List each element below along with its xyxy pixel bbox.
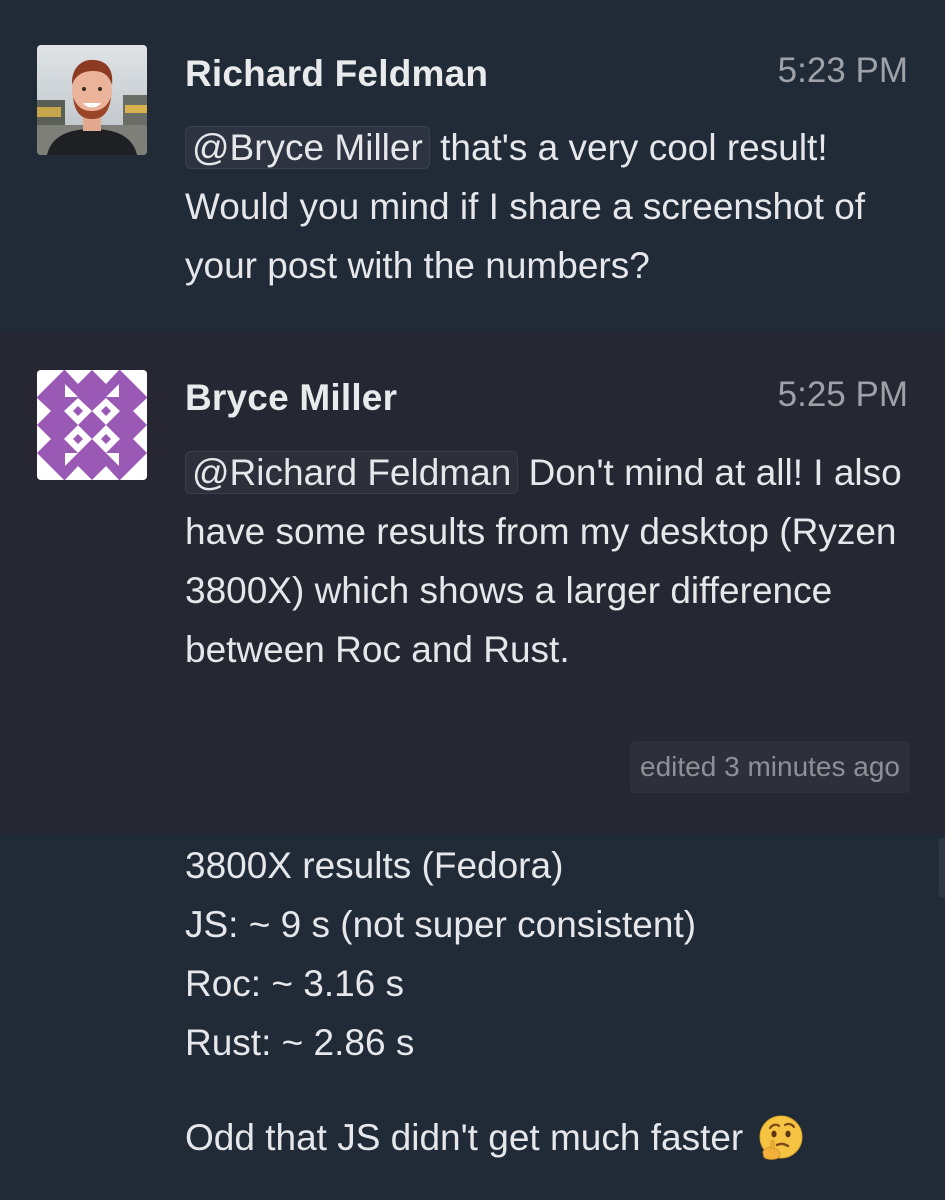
message-bryce-miller: Bryce Miller 5:25 PM @Richard Feldman Do… — [0, 333, 945, 834]
scrollbar-thumb[interactable] — [939, 838, 945, 898]
avatar-richard-feldman[interactable] — [37, 45, 147, 155]
final-message-text: Odd that JS didn't get much faster — [185, 1117, 744, 1158]
message-body: @Richard Feldman Don't mind at all! I al… — [185, 443, 915, 679]
sender-name[interactable]: Bryce Miller — [185, 377, 397, 419]
user-mention[interactable]: @Bryce Miller — [185, 126, 430, 169]
final-message-line: Odd that JS didn't get much faster — [185, 1108, 805, 1167]
sender-name[interactable]: Richard Feldman — [185, 53, 488, 95]
profile-photo-icon — [37, 45, 147, 155]
results-line: JS: ~ 9 s (not super consistent) — [185, 904, 697, 945]
message-timestamp: 5:25 PM — [777, 375, 908, 414]
user-mention[interactable]: @Richard Feldman — [185, 451, 519, 494]
edited-indicator[interactable]: edited 3 minutes ago — [630, 741, 910, 793]
results-block: 3800X results (Fedora) JS: ~ 9 s (not su… — [185, 836, 696, 1072]
results-line: Roc: ~ 3.16 s — [185, 963, 405, 1004]
message-timestamp: 5:23 PM — [777, 51, 908, 90]
thinking-face-icon — [757, 1114, 805, 1162]
results-line: 3800X results (Fedora) — [185, 845, 564, 886]
message-richard-feldman: Richard Feldman 5:23 PM @Bryce Miller th… — [0, 0, 945, 333]
results-line: Rust: ~ 2.86 s — [185, 1022, 415, 1063]
identicon-avatar-icon — [37, 370, 147, 480]
message-body: @Bryce Miller that's a very cool result!… — [185, 118, 915, 295]
message-continuation: 3800X results (Fedora) JS: ~ 9 s (not su… — [0, 834, 945, 1200]
avatar-bryce-miller[interactable] — [37, 370, 147, 480]
